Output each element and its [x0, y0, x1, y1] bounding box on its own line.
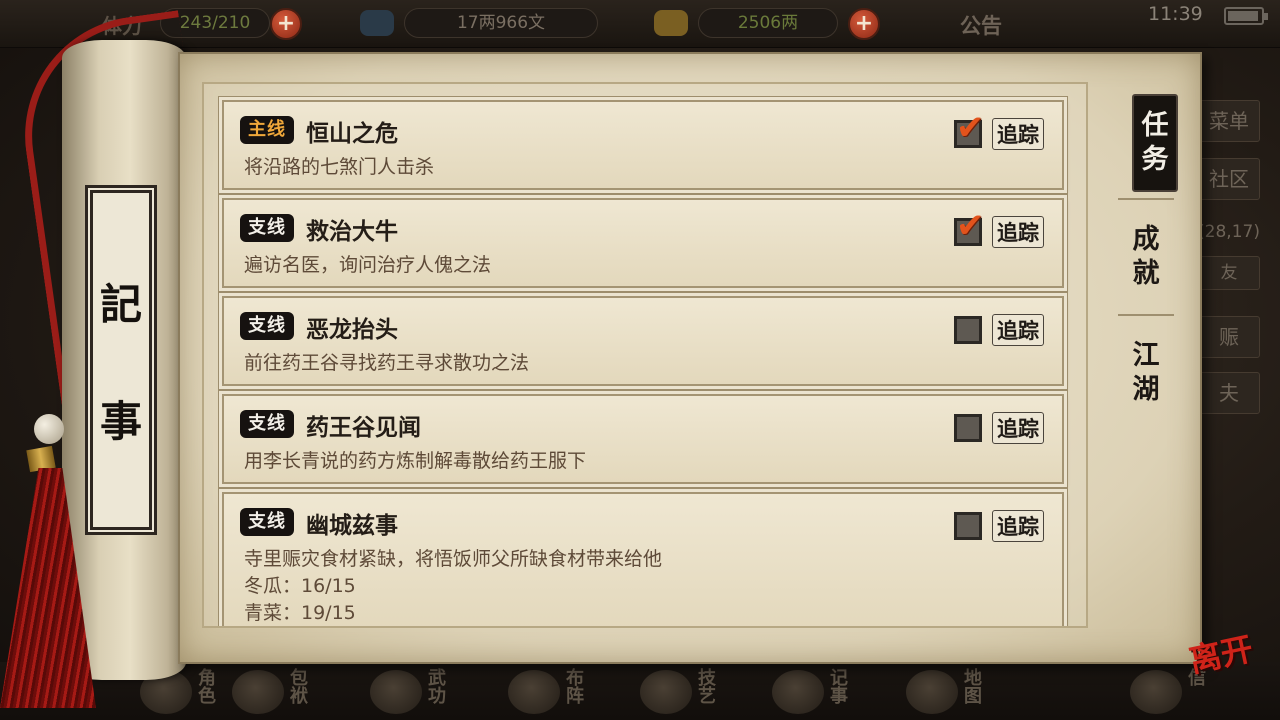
- quest-description: 遍访名医，询问治疗人傀之法: [244, 254, 492, 276]
- side-button-5[interactable]: 夫: [1198, 372, 1260, 414]
- journal-title-plaque: 記 事: [88, 188, 154, 532]
- quest-card[interactable]: 支线 药王谷见闻 用李长青说的药方炼制解毒散给药王服下 追踪: [222, 394, 1064, 484]
- main-quest-tag: 主线: [240, 116, 294, 144]
- copper-coin-icon: [360, 10, 394, 36]
- nav-label: 技艺: [695, 668, 716, 704]
- nav-formation[interactable]: 布阵: [508, 666, 604, 714]
- title-char: 記: [99, 280, 142, 329]
- track-toggle[interactable]: ✔ 追踪: [950, 206, 1060, 248]
- nav-label: 记事: [827, 668, 848, 704]
- track-toggle[interactable]: ✔ 追踪: [950, 108, 1060, 150]
- community-button[interactable]: 社区: [1198, 158, 1260, 200]
- track-toggle[interactable]: 追踪: [950, 312, 1060, 346]
- track-label: 追踪: [992, 412, 1044, 444]
- tab-tasks[interactable]: 任务: [1132, 94, 1178, 192]
- track-label: 追踪: [992, 216, 1044, 248]
- clock: 11:39: [1148, 3, 1203, 25]
- battery-icon: [1224, 7, 1268, 25]
- nav-label: 角色: [195, 668, 216, 704]
- scroll-icon: [772, 670, 824, 714]
- track-checkbox[interactable]: [954, 512, 982, 540]
- bag-icon: [232, 670, 284, 714]
- quest-description: 寺里赈灾食材紧缺，将悟饭师父所缺食材带来给他: [244, 548, 663, 570]
- notice-button[interactable]: 公告: [960, 10, 1002, 40]
- nav-label: 布阵: [563, 668, 584, 704]
- friend-button[interactable]: 友: [1198, 256, 1260, 290]
- top-resource-bar: 体力 243/210 + 17两966文 2506两 + 公告 11:39: [0, 0, 1280, 48]
- compass-icon: [508, 670, 560, 714]
- silver-value: 2506两: [698, 8, 838, 38]
- progress-item: 青菜：19/15: [244, 602, 356, 624]
- nav-map[interactable]: 地图: [906, 666, 1002, 714]
- menu-button[interactable]: 菜单: [1198, 100, 1260, 142]
- track-label: 追踪: [992, 118, 1044, 150]
- quest-title: 救治大牛: [306, 219, 398, 245]
- quest-card[interactable]: 支线 恶龙抬头 前往药王谷寻找药王寻求散功之法 追踪: [222, 296, 1064, 386]
- nav-martial-arts[interactable]: 武功: [370, 666, 466, 714]
- bottom-navigation: 角色 包袱 武功 布阵 技艺 记事 地图 信: [0, 662, 1280, 720]
- track-checkbox[interactable]: [954, 414, 982, 442]
- checkmark-icon: ✔: [956, 206, 985, 246]
- map-icon: [906, 670, 958, 714]
- coordinates-readout: (28,17): [1198, 222, 1260, 242]
- tab-divider: [1118, 198, 1174, 200]
- mail-icon: [1130, 670, 1182, 714]
- relief-button[interactable]: 赈: [1198, 316, 1260, 358]
- tab-jianghu[interactable]: 江湖: [1106, 328, 1186, 418]
- journal-paper: 主线 恒山之危 将沿路的七煞门人击杀 ✔ 追踪 支线 救治大牛 遍访名医，询问治…: [178, 52, 1202, 664]
- gold-ingot-icon: [654, 10, 688, 36]
- quest-card[interactable]: 支线 幽城兹事 寺里赈灾食材紧缺，将悟饭师父所缺食材带来给他 冬瓜：16/15 …: [222, 492, 1064, 626]
- side-quest-tag: 支线: [240, 214, 294, 242]
- side-quest-tag: 支线: [240, 312, 294, 340]
- quest-title: 幽城兹事: [306, 513, 398, 539]
- nav-label: 武功: [425, 668, 446, 704]
- track-checkbox[interactable]: [954, 316, 982, 344]
- tab-achievements[interactable]: 成就: [1106, 212, 1186, 302]
- quest-list: 主线 恒山之危 将沿路的七煞门人击杀 ✔ 追踪 支线 救治大牛 遍访名医，询问治…: [222, 100, 1064, 626]
- quest-list-viewport[interactable]: 主线 恒山之危 将沿路的七煞门人击杀 ✔ 追踪 支线 救治大牛 遍访名医，询问治…: [202, 82, 1088, 628]
- pot-icon: [640, 670, 692, 714]
- nav-journal[interactable]: 记事: [772, 666, 868, 714]
- tab-label: 成就: [1132, 224, 1160, 289]
- progress-item: 冬瓜：16/15: [244, 575, 356, 597]
- copper-value: 17两966文: [404, 8, 598, 38]
- add-silver-button[interactable]: +: [848, 8, 880, 40]
- nav-label: 地图: [961, 668, 982, 704]
- track-label: 追踪: [992, 510, 1044, 542]
- tab-divider: [1118, 314, 1174, 316]
- track-toggle[interactable]: 追踪: [950, 410, 1060, 444]
- title-char: 事: [99, 397, 142, 446]
- quest-title: 药王谷见闻: [306, 415, 421, 441]
- track-label: 追踪: [992, 314, 1044, 346]
- nav-skills[interactable]: 技艺: [640, 666, 736, 714]
- tab-label: 任务: [1141, 110, 1169, 175]
- nav-label: 包袱: [287, 668, 308, 704]
- add-stamina-button[interactable]: +: [270, 8, 302, 40]
- side-quest-tag: 支线: [240, 508, 294, 536]
- book-icon: [370, 670, 422, 714]
- quest-description: 将沿路的七煞门人击杀: [244, 156, 435, 178]
- quest-description: 用李长青说的药方炼制解毒散给药王服下: [244, 450, 587, 472]
- quest-card[interactable]: 主线 恒山之危 将沿路的七煞门人击杀 ✔ 追踪: [222, 100, 1064, 190]
- tab-label: 江湖: [1132, 340, 1160, 405]
- side-quest-tag: 支线: [240, 410, 294, 438]
- quest-progress: 冬瓜：16/15 青菜：19/15: [244, 573, 356, 626]
- quest-title: 恶龙抬头: [306, 317, 398, 343]
- quest-description: 前往药王谷寻找药王寻求散功之法: [244, 352, 530, 374]
- nav-inventory[interactable]: 包袱: [232, 666, 328, 714]
- quest-card[interactable]: 支线 救治大牛 遍访名医，询问治疗人傀之法 ✔ 追踪: [222, 198, 1064, 288]
- track-toggle[interactable]: 追踪: [950, 508, 1060, 542]
- quest-title: 恒山之危: [306, 121, 398, 147]
- tassel-bead: [34, 414, 64, 444]
- checkmark-icon: ✔: [956, 108, 985, 148]
